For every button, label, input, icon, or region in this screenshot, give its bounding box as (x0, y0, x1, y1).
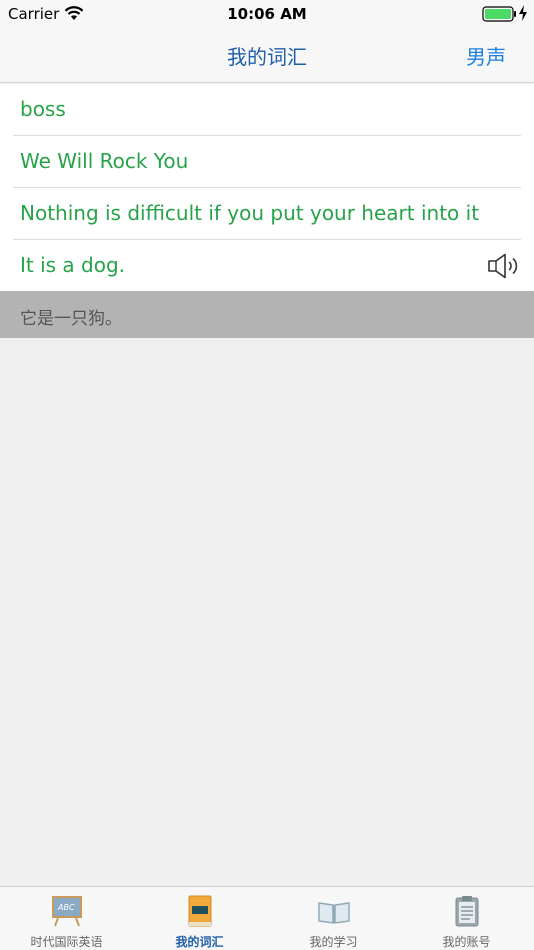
translation-text: 它是一只狗。 (20, 309, 122, 329)
vocabulary-list: boss We Will Rock You Nothing is difficu… (0, 84, 534, 292)
page-title: 我的词汇 (227, 45, 307, 69)
vocab-item-text: Nothing is difficult if you put your hea… (20, 201, 480, 225)
tab-account[interactable]: 我的账号 (400, 887, 533, 950)
vocab-item[interactable]: boss (13, 84, 521, 136)
vocabulary-book-icon (188, 895, 212, 927)
vocab-item[interactable]: Nothing is difficult if you put your hea… (13, 188, 521, 240)
vocab-item[interactable]: It is a dog. (13, 240, 521, 292)
status-time: 10:06 AM (227, 5, 307, 23)
speaker-icon[interactable] (487, 253, 521, 279)
voice-toggle-button[interactable]: 男声 (466, 41, 506, 70)
status-bar: Carrier 10:06 AM (0, 0, 534, 28)
open-book-icon (318, 902, 350, 924)
chalkboard-icon: ABC (52, 896, 82, 927)
tab-english[interactable]: ABC 时代国际英语 (0, 887, 133, 950)
tab-label: 我的账号 (442, 935, 491, 949)
vocab-item[interactable]: We Will Rock You (13, 136, 521, 188)
screen: Carrier 10:06 AM 我的词汇 男声 boss We Will Ro… (0, 0, 534, 950)
tab-label: 时代国际英语 (30, 935, 103, 949)
clipboard-icon (455, 896, 479, 927)
svg-text:ABC: ABC (57, 903, 75, 912)
translation-panel: 它是一只狗。 (0, 291, 534, 338)
vocab-item-text: boss (20, 97, 66, 121)
tab-bar: ABC 时代国际英语 我的词汇 我的学习 我的账号 (0, 886, 534, 950)
tab-label: 我的学习 (309, 935, 358, 949)
tab-vocabulary[interactable]: 我的词汇 (133, 887, 266, 950)
tab-label: 我的词汇 (175, 935, 224, 949)
vocab-item-text: We Will Rock You (20, 149, 189, 173)
nav-bar: 我的词汇 男声 (0, 28, 534, 83)
vocab-item-text: It is a dog. (20, 253, 126, 277)
battery-icon (482, 6, 516, 22)
charging-bolt-icon (519, 5, 527, 21)
tab-study[interactable]: 我的学习 (267, 887, 400, 950)
